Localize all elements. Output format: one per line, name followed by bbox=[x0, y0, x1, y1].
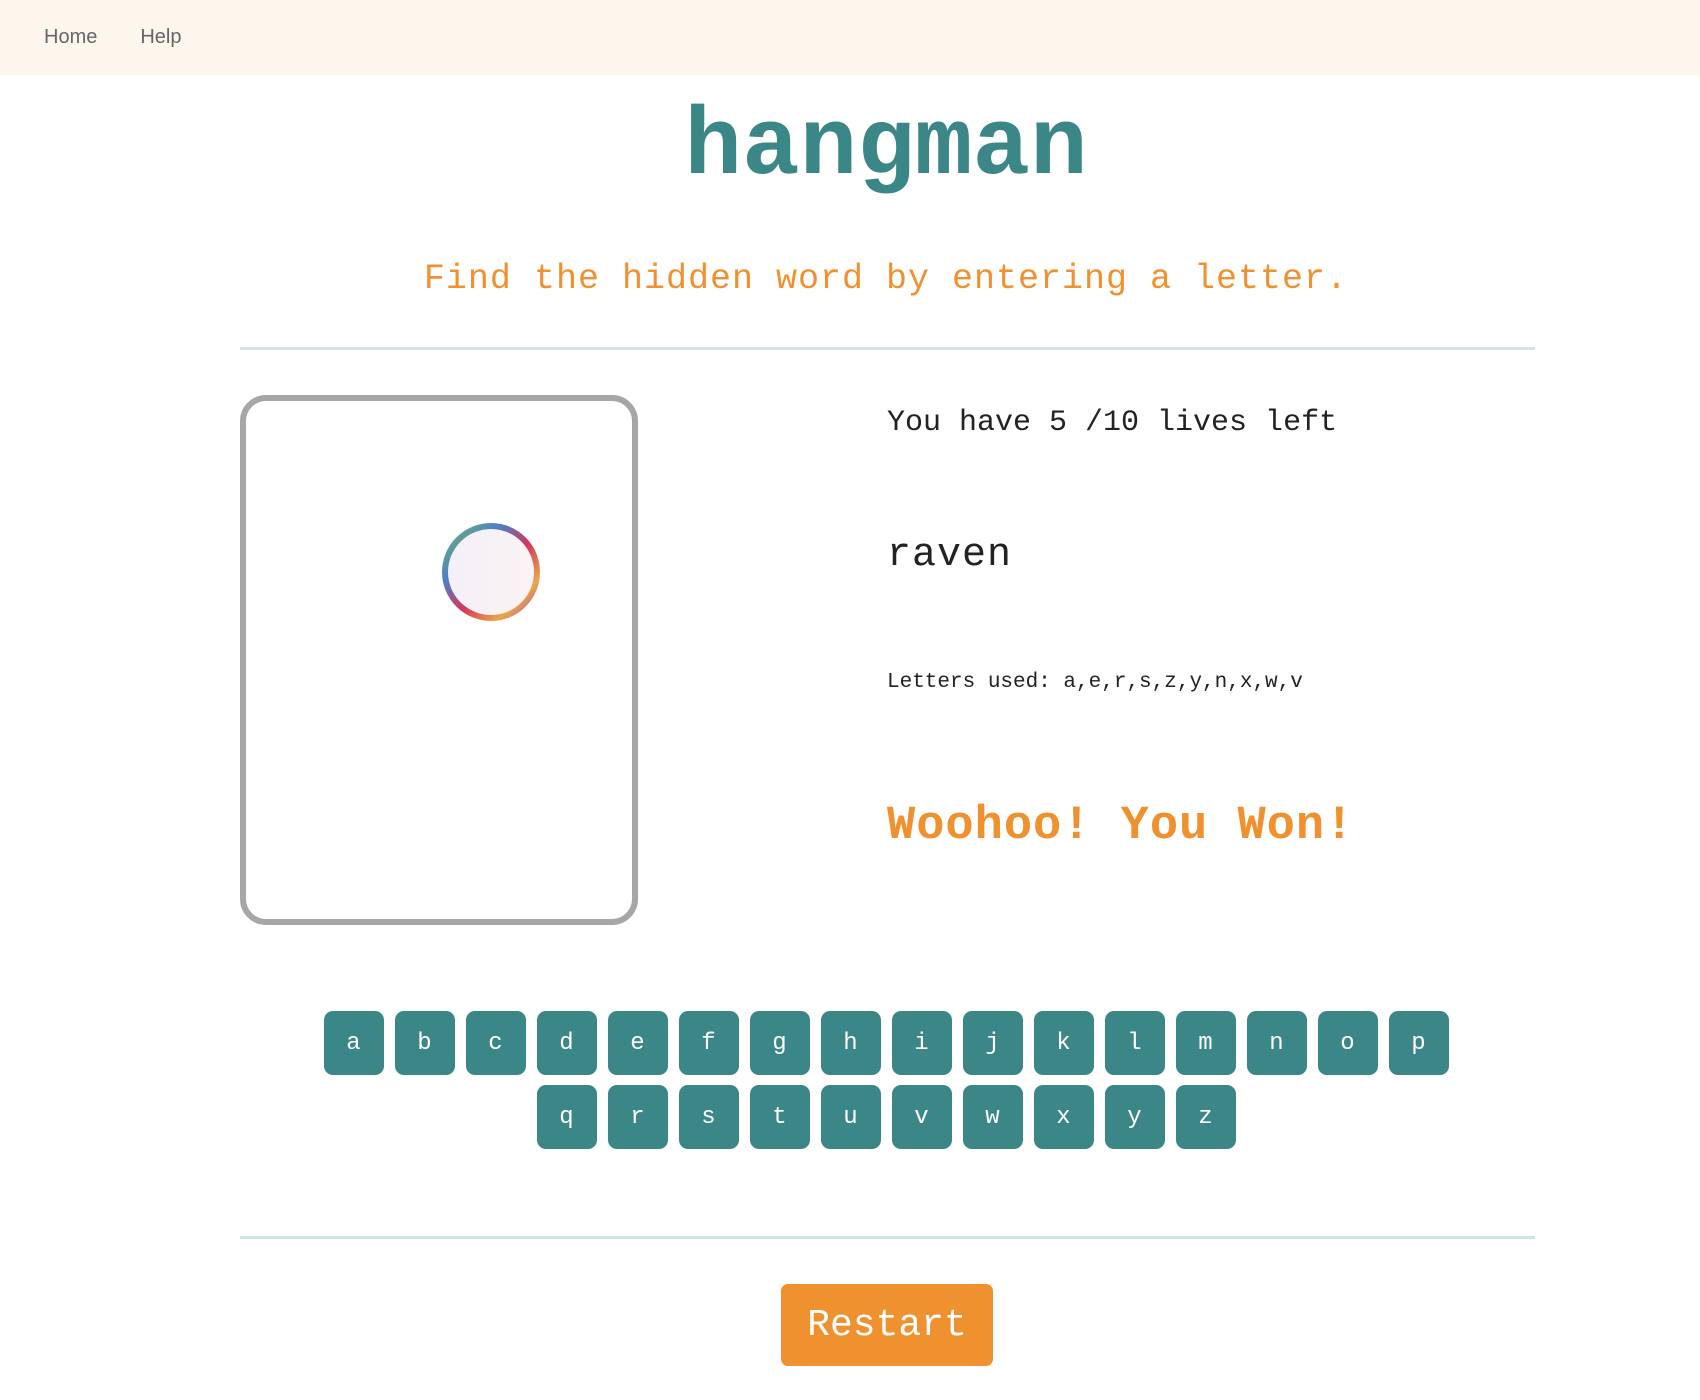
key-j[interactable]: j bbox=[962, 1011, 1023, 1075]
key-b[interactable]: b bbox=[394, 1011, 455, 1075]
key-z[interactable]: z bbox=[1175, 1085, 1236, 1149]
key-c[interactable]: c bbox=[465, 1011, 526, 1075]
key-w[interactable]: w bbox=[962, 1085, 1023, 1149]
key-h[interactable]: h bbox=[820, 1011, 881, 1075]
nav-home-link[interactable]: Home bbox=[44, 26, 97, 49]
revealed-word: raven bbox=[887, 533, 1013, 578]
key-d[interactable]: d bbox=[536, 1011, 597, 1075]
key-m[interactable]: m bbox=[1175, 1011, 1236, 1075]
key-n[interactable]: n bbox=[1246, 1011, 1307, 1075]
key-o[interactable]: o bbox=[1317, 1011, 1378, 1075]
game-result-message: Woohoo! You Won! bbox=[887, 800, 1355, 853]
key-r[interactable]: r bbox=[607, 1085, 668, 1149]
key-k[interactable]: k bbox=[1033, 1011, 1094, 1075]
nav-help-link[interactable]: Help bbox=[140, 26, 181, 49]
top-divider bbox=[240, 347, 1535, 350]
key-x[interactable]: x bbox=[1033, 1085, 1094, 1149]
keyboard-row-2: q r s t u v w x y z bbox=[536, 1085, 1236, 1149]
top-navbar: Home Help bbox=[0, 0, 1700, 75]
key-e[interactable]: e bbox=[607, 1011, 668, 1075]
key-f[interactable]: f bbox=[678, 1011, 739, 1075]
game-instructions: Find the hidden word by entering a lette… bbox=[423, 259, 1349, 299]
lives-counter: You have 5 /10 lives left bbox=[887, 406, 1338, 440]
letters-used: Letters used: a,e,r,s,z,y,n,x,w,v bbox=[887, 671, 1303, 694]
hangman-head bbox=[442, 523, 540, 621]
key-y[interactable]: y bbox=[1104, 1085, 1165, 1149]
key-a[interactable]: a bbox=[323, 1011, 384, 1075]
key-u[interactable]: u bbox=[820, 1085, 881, 1149]
key-v[interactable]: v bbox=[891, 1085, 952, 1149]
key-q[interactable]: q bbox=[536, 1085, 597, 1149]
restart-button[interactable]: Restart bbox=[781, 1284, 993, 1366]
key-i[interactable]: i bbox=[891, 1011, 952, 1075]
key-p[interactable]: p bbox=[1388, 1011, 1449, 1075]
key-s[interactable]: s bbox=[678, 1085, 739, 1149]
bottom-divider bbox=[240, 1236, 1535, 1239]
hangman-drawing-panel bbox=[240, 395, 638, 925]
game-title: hangman bbox=[684, 93, 1088, 202]
keyboard-row-1: a b c d e f g h i j k l m n o p bbox=[323, 1011, 1449, 1075]
key-l[interactable]: l bbox=[1104, 1011, 1165, 1075]
hangman-drawing bbox=[291, 493, 540, 857]
letter-keyboard: a b c d e f g h i j k l m n o p q r s t … bbox=[0, 1011, 1700, 1149]
key-g[interactable]: g bbox=[749, 1011, 810, 1075]
key-t[interactable]: t bbox=[749, 1085, 810, 1149]
